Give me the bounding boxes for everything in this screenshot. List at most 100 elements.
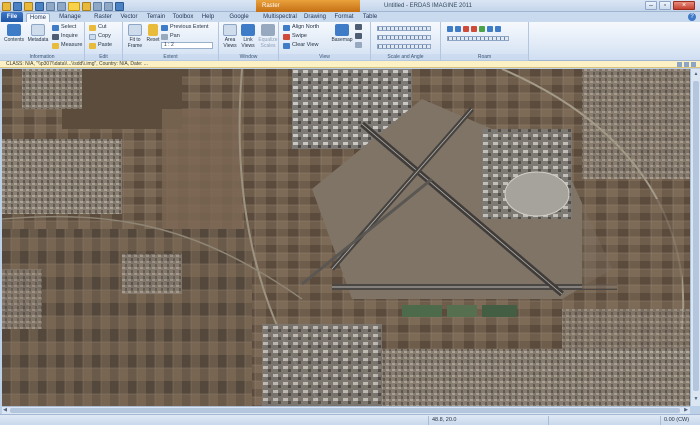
hand-icon bbox=[161, 33, 168, 40]
swipe-icon bbox=[283, 33, 290, 40]
select-button[interactable]: Select bbox=[52, 24, 76, 31]
scroll-down-icon[interactable]: ▼ bbox=[693, 396, 699, 402]
align-north-button[interactable]: Align North bbox=[283, 24, 319, 31]
roam-back-icon[interactable] bbox=[455, 26, 461, 32]
measure-button[interactable]: Measure bbox=[52, 42, 82, 49]
rotation-readout: 0.00 (CW) bbox=[660, 416, 700, 425]
contents-button[interactable]: Contents bbox=[3, 24, 25, 43]
tab-raster[interactable]: Raster bbox=[92, 13, 114, 22]
metadata-icon bbox=[31, 24, 45, 36]
previous-extent-icon bbox=[161, 24, 168, 31]
link-icon bbox=[241, 24, 255, 36]
fit-to-frame-button[interactable]: Fit to Frame bbox=[125, 24, 145, 49]
roam-first-icon[interactable] bbox=[447, 26, 453, 32]
scroll-left-icon[interactable]: ◀ bbox=[2, 407, 8, 413]
vertical-scroll-thumb[interactable] bbox=[693, 81, 699, 391]
roam-record-icon[interactable] bbox=[471, 26, 477, 32]
reset-button[interactable]: Reset bbox=[145, 24, 161, 43]
save-icon[interactable] bbox=[13, 1, 22, 11]
satellite-image bbox=[2, 69, 690, 406]
tab-terrain[interactable]: Terrain bbox=[144, 13, 168, 22]
paste-button[interactable]: Paste bbox=[89, 42, 112, 49]
toolbar-customize-icon[interactable] bbox=[115, 1, 124, 11]
equalize-scales-button[interactable]: Equalize Scales bbox=[257, 24, 279, 49]
roam-speed-slider[interactable] bbox=[447, 36, 509, 41]
area-views-button[interactable]: Area Views bbox=[221, 24, 239, 49]
basemap-button[interactable]: Basemap bbox=[331, 24, 353, 43]
area-views-icon bbox=[223, 24, 237, 36]
cursor-coordinates: 48.8, 20.0 bbox=[428, 416, 548, 425]
tab-file[interactable]: File bbox=[1, 12, 23, 22]
tab-toolbox[interactable]: Toolbox bbox=[171, 13, 195, 22]
group-window: Area Views Link Views Equalize Scales Wi… bbox=[219, 22, 279, 61]
inquire-button[interactable]: Inquire bbox=[52, 33, 78, 40]
scroll-right-icon[interactable]: ▶ bbox=[683, 407, 689, 413]
tab-format[interactable]: Format bbox=[333, 13, 355, 22]
maximize-button[interactable]: ▫ bbox=[659, 1, 671, 10]
swipe-button[interactable]: Swipe bbox=[283, 33, 307, 40]
pencil-icon[interactable] bbox=[82, 1, 91, 11]
roam-play-icon[interactable] bbox=[479, 26, 485, 32]
tab-vector[interactable]: Vector bbox=[118, 13, 140, 22]
vertical-scrollbar[interactable]: ▲ ▼ bbox=[690, 69, 700, 406]
copy-icon bbox=[89, 33, 96, 40]
scale-field[interactable]: 1 : 2 bbox=[161, 42, 213, 49]
group-information: Contents Metadata Select Inquire Measure… bbox=[0, 22, 85, 61]
zoom-in-button[interactable] bbox=[355, 24, 362, 30]
group-label-roam: Roam bbox=[441, 54, 528, 61]
horizontal-scrollbar[interactable]: ◀ ▶ bbox=[2, 406, 690, 414]
tab-google-earth[interactable]: Google Earth bbox=[222, 13, 256, 29]
tab-home[interactable]: Home bbox=[26, 13, 50, 22]
undo-icon[interactable] bbox=[93, 1, 102, 11]
tab-multispectral[interactable]: Multispectral bbox=[262, 13, 298, 22]
reset-icon bbox=[148, 24, 158, 36]
globe-icon bbox=[335, 24, 349, 36]
print-icon[interactable] bbox=[46, 1, 55, 11]
help-icon[interactable]: ? bbox=[688, 13, 696, 21]
status-empty bbox=[548, 416, 660, 425]
image-viewer[interactable] bbox=[2, 69, 690, 406]
clear-view-button[interactable]: Clear View bbox=[283, 42, 319, 49]
link-views-button[interactable]: Link Views bbox=[239, 24, 257, 49]
angle-slider[interactable] bbox=[377, 35, 431, 40]
pan-button[interactable]: Pan bbox=[161, 33, 180, 40]
tab-manage-data[interactable]: Manage Data bbox=[53, 13, 87, 29]
app-menu-icon[interactable] bbox=[2, 1, 11, 11]
group-scale-angle: Scale and Angle bbox=[371, 22, 441, 61]
new-view-icon[interactable] bbox=[35, 1, 44, 11]
window-title: Untitled - ERDAS IMAGINE 2011 bbox=[384, 3, 472, 9]
tab-table[interactable]: Table bbox=[360, 13, 380, 22]
copy-button[interactable]: Copy bbox=[89, 33, 111, 40]
horizontal-scroll-thumb[interactable] bbox=[10, 408, 680, 413]
tab-drawing[interactable]: Drawing bbox=[303, 13, 327, 22]
minimize-button[interactable]: – bbox=[645, 1, 657, 10]
roam-stop-icon[interactable] bbox=[463, 26, 469, 32]
status-bar: 48.8, 20.0 0.00 (CW) bbox=[0, 414, 700, 425]
open-icon[interactable] bbox=[24, 1, 33, 11]
roam-last-icon[interactable] bbox=[495, 26, 501, 32]
zoom-out-button[interactable] bbox=[355, 33, 362, 39]
cut-button[interactable]: Cut bbox=[89, 24, 107, 31]
group-label-information: Information bbox=[0, 54, 84, 61]
scale-slider[interactable] bbox=[377, 26, 431, 31]
fit-frame-icon bbox=[128, 24, 142, 36]
pin-icon[interactable] bbox=[677, 62, 682, 67]
close-button[interactable]: × bbox=[673, 1, 695, 10]
info-bar-controls bbox=[677, 62, 696, 67]
select-tool-icon[interactable] bbox=[68, 1, 80, 11]
tab-help[interactable]: Help bbox=[199, 13, 217, 22]
roam-forward-icon[interactable] bbox=[487, 26, 493, 32]
rotate-button[interactable] bbox=[355, 42, 362, 48]
close-view-icon[interactable] bbox=[691, 62, 696, 67]
previous-extent-button[interactable]: Previous Extent bbox=[161, 24, 209, 31]
rotate-icon bbox=[355, 42, 362, 48]
metadata-button[interactable]: Metadata bbox=[26, 24, 50, 43]
redo-icon[interactable] bbox=[104, 1, 113, 11]
group-edit: Cut Copy Paste Edit bbox=[85, 22, 123, 61]
inquire-cursor-icon[interactable] bbox=[57, 1, 66, 11]
layer-info-text: CLASS: N/A, "\\p307\\data\\...\\sdd\\.im… bbox=[6, 61, 148, 67]
tilt-slider[interactable] bbox=[377, 44, 431, 49]
scroll-up-icon[interactable]: ▲ bbox=[693, 71, 699, 77]
restore-icon[interactable] bbox=[684, 62, 689, 67]
group-label-extent: Extent bbox=[123, 54, 218, 61]
